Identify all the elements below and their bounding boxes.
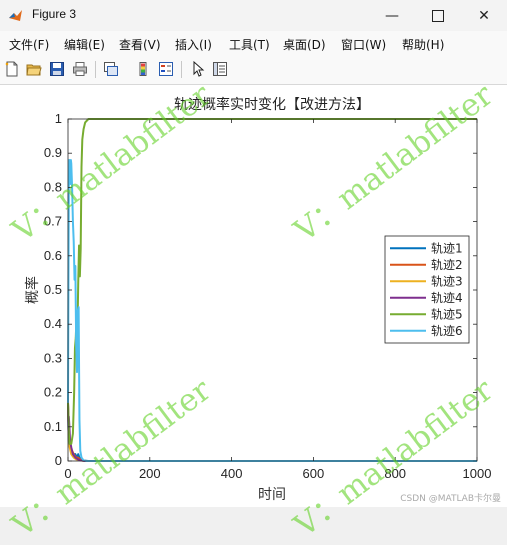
link-plot-icon	[104, 62, 118, 76]
matlab-logo-icon	[9, 10, 22, 21]
open-folder-icon	[26, 64, 42, 76]
y-tick-label: 0.3	[44, 350, 62, 365]
maximize-button[interactable]	[415, 0, 461, 31]
y-tick-label: 0.4	[44, 316, 62, 331]
save-icon	[50, 62, 64, 76]
chart: 轨迹概率实时变化【改进方法】 0 200 400 600 800 1000 0 0.1 0.2 0…	[24, 96, 492, 503]
menu-desktop[interactable]: 桌面(D)	[283, 36, 326, 53]
property-inspector-icon	[213, 62, 227, 76]
x-tick-label: 800	[384, 466, 406, 481]
minimize-button[interactable]: —	[369, 0, 415, 31]
open-file-button[interactable]	[24, 59, 44, 79]
legend-label: 轨迹3	[431, 274, 463, 288]
x-axis-label: 时间	[258, 487, 286, 503]
figure-toolbar	[0, 55, 507, 85]
menu-insert[interactable]: 插入(I)	[175, 36, 212, 53]
save-figure-button[interactable]	[47, 59, 67, 79]
menu-view[interactable]: 查看(V)	[119, 36, 161, 53]
insert-legend-button[interactable]	[156, 59, 176, 79]
figure-canvas: 轨迹概率实时变化【改进方法】 0 200 400 600 800 1000 0 0.1 0.2 0…	[0, 77, 507, 544]
menu-edit[interactable]: 编辑(E)	[64, 36, 105, 53]
colorbar-icon	[139, 62, 147, 76]
insert-colorbar-button[interactable]	[133, 59, 153, 79]
pointer-icon	[193, 61, 205, 77]
y-tick-label: 0.6	[44, 248, 62, 263]
x-tick-label: 600	[303, 466, 325, 481]
y-tick-label: 0.1	[44, 419, 62, 434]
legend-label: 轨迹1	[431, 241, 463, 255]
window-title: Figure 3	[32, 7, 77, 21]
maximize-icon	[432, 9, 444, 22]
credit-text: CSDN @MATLAB卡尔曼	[400, 494, 501, 504]
y-tick-label: 0.5	[44, 282, 62, 297]
new-figure-button[interactable]	[2, 59, 22, 79]
print-icon	[73, 62, 87, 76]
toolbar-separator	[181, 61, 182, 78]
minimize-icon: —	[385, 7, 399, 24]
y-tick-label: 0	[55, 453, 62, 468]
legend-icon	[159, 62, 173, 76]
print-figure-button[interactable]	[70, 59, 90, 79]
close-button[interactable]: ✕	[461, 0, 507, 31]
legend-label: 轨迹6	[431, 324, 463, 338]
property-inspector-button[interactable]	[210, 59, 230, 79]
x-tick-label: 0	[64, 466, 71, 481]
legend-label: 轨迹5	[431, 307, 463, 321]
window-titlebar: Figure 3 — ✕	[0, 0, 507, 32]
y-axis-label: 概率	[24, 276, 41, 304]
y-tick-label: 0.8	[44, 179, 62, 194]
legend-label: 轨迹2	[431, 258, 463, 272]
toolbar-separator	[95, 61, 96, 78]
y-tick-label: 0.9	[44, 145, 62, 160]
chart-title: 轨迹概率实时变化【改进方法】	[174, 96, 370, 113]
edit-plot-button[interactable]	[188, 59, 208, 79]
menu-tools[interactable]: 工具(T)	[229, 36, 270, 53]
menu-bar: 文件(F) 编辑(E) 查看(V) 插入(I) 工具(T) 桌面(D) 窗口(W…	[0, 31, 507, 55]
menu-file[interactable]: 文件(F)	[9, 36, 49, 53]
x-tick-label: 200	[139, 466, 161, 481]
y-tick-label: 1	[55, 111, 62, 126]
legend-label: 轨迹4	[431, 291, 463, 305]
y-tick-label: 0.7	[44, 214, 62, 229]
x-tick-label: 1000	[463, 466, 492, 481]
menu-window[interactable]: 窗口(W)	[341, 36, 386, 53]
y-tick-label: 0.2	[44, 385, 62, 400]
link-plot-button[interactable]	[101, 59, 121, 79]
x-tick-label: 400	[221, 466, 243, 481]
close-icon: ✕	[478, 7, 490, 24]
new-file-icon	[5, 61, 18, 77]
menu-help[interactable]: 帮助(H)	[402, 36, 444, 53]
